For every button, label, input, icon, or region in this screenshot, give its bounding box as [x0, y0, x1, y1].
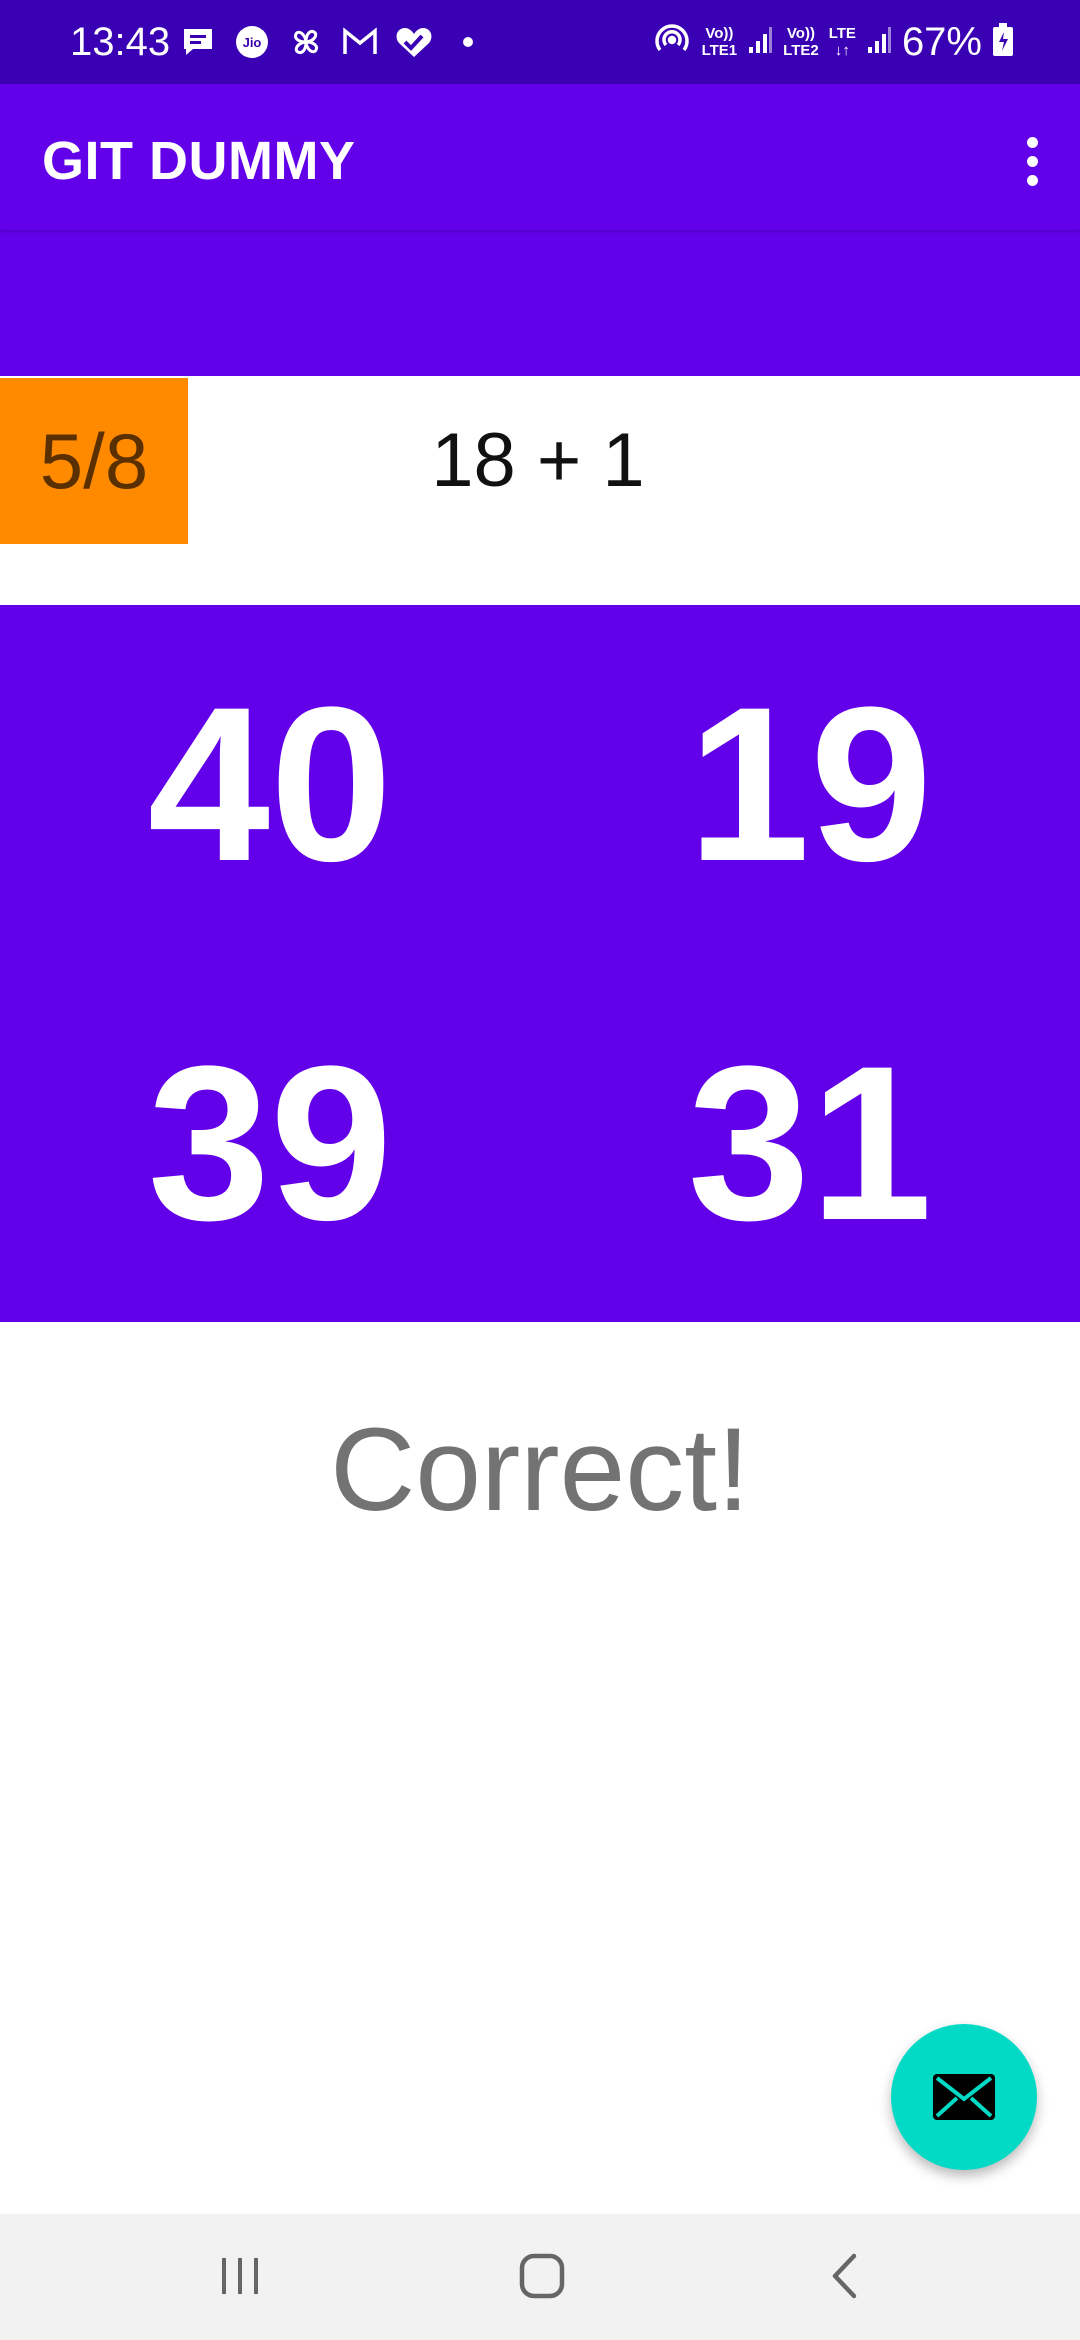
- signal-icon: [747, 25, 773, 60]
- back-icon[interactable]: [784, 2236, 904, 2316]
- question-text: 18 + 1: [431, 418, 645, 503]
- signal-icon: [866, 25, 892, 60]
- app-bar: GIT DUMMY: [0, 84, 1080, 230]
- fab-mail-button[interactable]: [891, 2024, 1037, 2170]
- system-icons: Vo)) LTE1 Vo)) LTE2 LTE ↓↑ 67%: [652, 18, 1014, 66]
- answer-button-1[interactable]: 40: [0, 605, 540, 963]
- lte-label: LTE ↓↑: [828, 25, 856, 59]
- svg-text:Jio: Jio: [243, 35, 262, 50]
- navigation-bar: [0, 2214, 1080, 2340]
- header-band: [0, 230, 1080, 376]
- status-bar: 13:43 Jio Vo)) LTE1 Vo)) LTE2 LTE ↓↑ 67%: [0, 0, 1080, 84]
- mail-icon: [933, 2074, 995, 2120]
- sim1-label: Vo)) LTE1: [701, 25, 738, 59]
- app-title: GIT DUMMY: [42, 131, 356, 191]
- score-badge: 5/8: [0, 378, 188, 544]
- sim2-label: Vo)) LTE2: [783, 25, 819, 59]
- more-vert-icon[interactable]: [1000, 124, 1064, 198]
- battery-percent: 67%: [901, 20, 982, 64]
- home-icon[interactable]: [482, 2236, 602, 2316]
- answer-button-3[interactable]: 39: [0, 964, 540, 1322]
- recents-icon[interactable]: [180, 2236, 300, 2316]
- hotspot-icon: [652, 20, 692, 65]
- answer-button-4[interactable]: 31: [540, 964, 1080, 1322]
- battery-icon: [992, 22, 1014, 62]
- message-icon: [178, 22, 218, 62]
- screen: 13:43 Jio Vo)) LTE1 Vo)) LTE2 LTE ↓↑ 67%…: [0, 0, 1080, 2340]
- pinwheel-icon: [286, 22, 326, 62]
- status-time: 13:43: [70, 20, 171, 64]
- answer-button-2[interactable]: 19: [540, 605, 1080, 963]
- answers-grid: 40 19 39 31: [0, 605, 1080, 1322]
- dot-icon: [448, 22, 488, 62]
- result-text: Correct!: [330, 1404, 750, 1536]
- jio-icon: Jio: [232, 22, 272, 62]
- notification-icons: Jio: [178, 20, 488, 64]
- health-heart-icon: [394, 22, 434, 62]
- gmail-icon: [340, 22, 380, 62]
